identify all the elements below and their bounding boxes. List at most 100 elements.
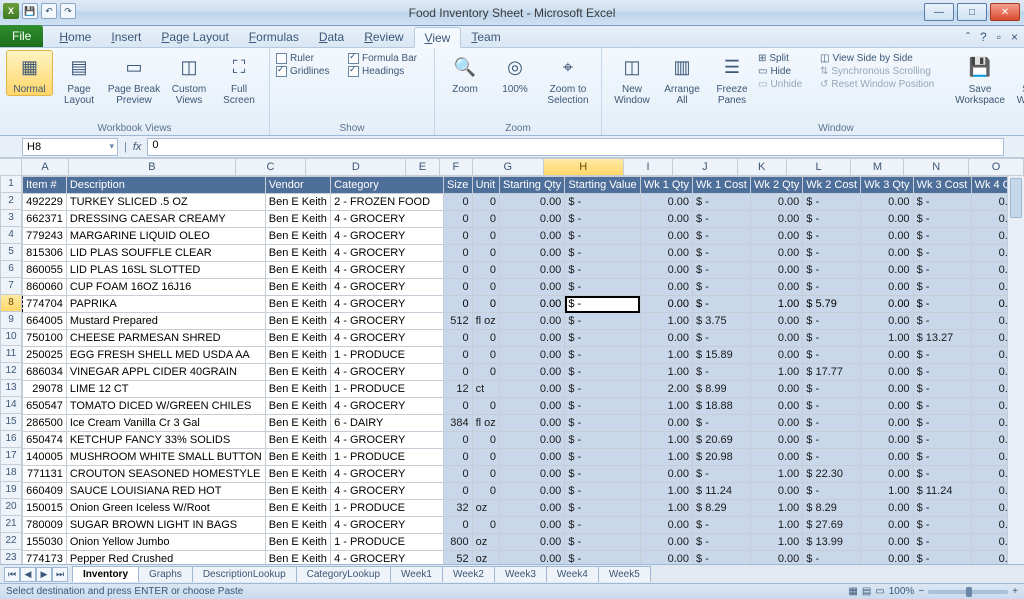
cell[interactable]: 4 - GROCERY [331,245,444,262]
cell[interactable]: 4 - GROCERY [331,364,444,381]
col-header-N[interactable]: N [904,158,969,176]
switch-windows-button[interactable]: ▣Switch Windows [1010,50,1024,106]
sync-scroll-button[interactable]: ⇅ Synchronous Scrolling [820,66,950,77]
cell[interactable]: 0 [472,330,499,347]
sheet-tab-week2[interactable]: Week2 [442,566,495,582]
cell[interactable]: 1.00 [640,483,692,500]
cell[interactable]: Ben E Keith [265,245,330,262]
cell[interactable]: 0.00 [640,296,692,313]
cell[interactable]: 800 [444,534,473,551]
cell[interactable]: MUSHROOM WHITE SMALL BUTTON [66,449,265,466]
cell[interactable]: $ - [693,517,751,534]
cell[interactable]: 1.00 [640,347,692,364]
cell[interactable]: 0 [444,279,473,296]
new-window-button[interactable]: ◫New Window [608,50,656,106]
cell[interactable]: 660409 [23,483,67,500]
cell[interactable]: $ 15.89 [693,347,751,364]
cell[interactable]: 0 [444,228,473,245]
undo-icon[interactable]: ↶ [41,3,57,19]
row-header-3[interactable]: 3 [0,210,22,227]
cell[interactable]: $ 20.69 [693,432,751,449]
cell[interactable]: $ - [803,398,861,415]
cell[interactable]: $ - [565,279,641,296]
cell[interactable]: LID PLAS 16SL SLOTTED [66,262,265,279]
table-header-cell[interactable]: Wk 3 Qty [861,177,913,194]
minimize-button[interactable]: — [924,3,954,21]
cell[interactable]: 2.00 [640,381,692,398]
cell[interactable]: $ - [913,296,971,313]
cell[interactable]: $ - [693,330,751,347]
cell[interactable]: 1.00 [640,364,692,381]
cell[interactable]: 0.00 [861,262,913,279]
cell[interactable]: $ - [565,245,641,262]
cell[interactable]: $ 8.29 [693,500,751,517]
cell[interactable]: 4 - GROCERY [331,296,444,313]
spreadsheet-grid[interactable]: ABCDEFGHIJKLMNO 123456789101112131415161… [0,158,1024,566]
cell[interactable]: 1.00 [861,330,913,347]
freeze-panes-button[interactable]: ☰Freeze Panes [708,50,756,106]
cell[interactable]: Ben E Keith [265,466,330,483]
help-icon[interactable]: ? [980,30,987,44]
cell[interactable]: 0.00 [500,500,565,517]
row-header-7[interactable]: 7 [0,278,22,295]
cell[interactable]: 0.00 [861,347,913,364]
cell[interactable]: $ - [693,415,751,432]
cell[interactable]: 0.00 [500,517,565,534]
cell[interactable]: 0.00 [861,449,913,466]
cell[interactable]: 0.00 [500,432,565,449]
cell[interactable]: $ - [803,194,861,211]
col-header-I[interactable]: I [624,158,673,176]
cell[interactable]: $ - [693,534,751,551]
cell[interactable]: $ - [693,364,751,381]
cell[interactable]: 0.00 [640,211,692,228]
table-header-cell[interactable]: Wk 2 Qty [751,177,803,194]
cell[interactable]: $ - [803,330,861,347]
cell[interactable]: $ - [693,211,751,228]
cell[interactable]: $ - [803,449,861,466]
row-header-5[interactable]: 5 [0,244,22,261]
table-header-cell[interactable]: Description [66,177,265,194]
cell[interactable]: 0 [472,211,499,228]
cell[interactable]: $ 3.75 [693,313,751,330]
formula-input[interactable]: 0 [147,138,1004,156]
cell[interactable]: $ - [693,466,751,483]
cell[interactable]: $ - [565,432,641,449]
cell[interactable]: 0 [444,245,473,262]
cell[interactable]: 0 [444,211,473,228]
cell[interactable]: 0 [444,398,473,415]
row-header-2[interactable]: 2 [0,193,22,210]
cell[interactable]: $ - [565,194,641,211]
cell[interactable]: 0.00 [751,194,803,211]
cell[interactable]: $ - [803,211,861,228]
table-header-cell[interactable]: Size [444,177,473,194]
row-header-6[interactable]: 6 [0,261,22,278]
column-headers[interactable]: ABCDEFGHIJKLMNO [22,158,1024,176]
cell[interactable]: $ 8.99 [693,381,751,398]
cell[interactable]: 0.00 [500,449,565,466]
row-header-12[interactable]: 12 [0,363,22,380]
select-all-corner[interactable] [0,158,22,176]
cell[interactable]: 0.00 [640,415,692,432]
col-header-H[interactable]: H [544,158,624,176]
cell[interactable]: CROUTON SEASONED HOMESTYLE [66,466,265,483]
ribbon-tab-view[interactable]: View [414,27,462,48]
cell[interactable]: 0.00 [640,245,692,262]
close-button[interactable]: ✕ [990,3,1020,21]
cell[interactable]: 1 - PRODUCE [331,534,444,551]
col-header-L[interactable]: L [787,158,852,176]
cell[interactable]: 4 - GROCERY [331,262,444,279]
ribbon-tab-home[interactable]: Home [49,27,101,47]
cell[interactable]: 0 [472,296,499,313]
cell[interactable]: TOMATO DICED W/GREEN CHILES [66,398,265,415]
reset-window-button[interactable]: ↺ Reset Window Position [820,79,950,90]
ribbon-minimize-icon[interactable]: ˆ [966,30,970,44]
cell[interactable]: $ - [565,211,641,228]
cell[interactable]: $ - [693,296,751,313]
cell[interactable]: 774704 [23,296,67,313]
table-header-cell[interactable]: Unit [472,177,499,194]
cell[interactable]: Ben E Keith [265,296,330,313]
row-header-15[interactable]: 15 [0,414,22,431]
cell[interactable]: $ - [913,194,971,211]
cell[interactable]: $ - [913,347,971,364]
cell[interactable]: CUP FOAM 16OZ 16J16 [66,279,265,296]
